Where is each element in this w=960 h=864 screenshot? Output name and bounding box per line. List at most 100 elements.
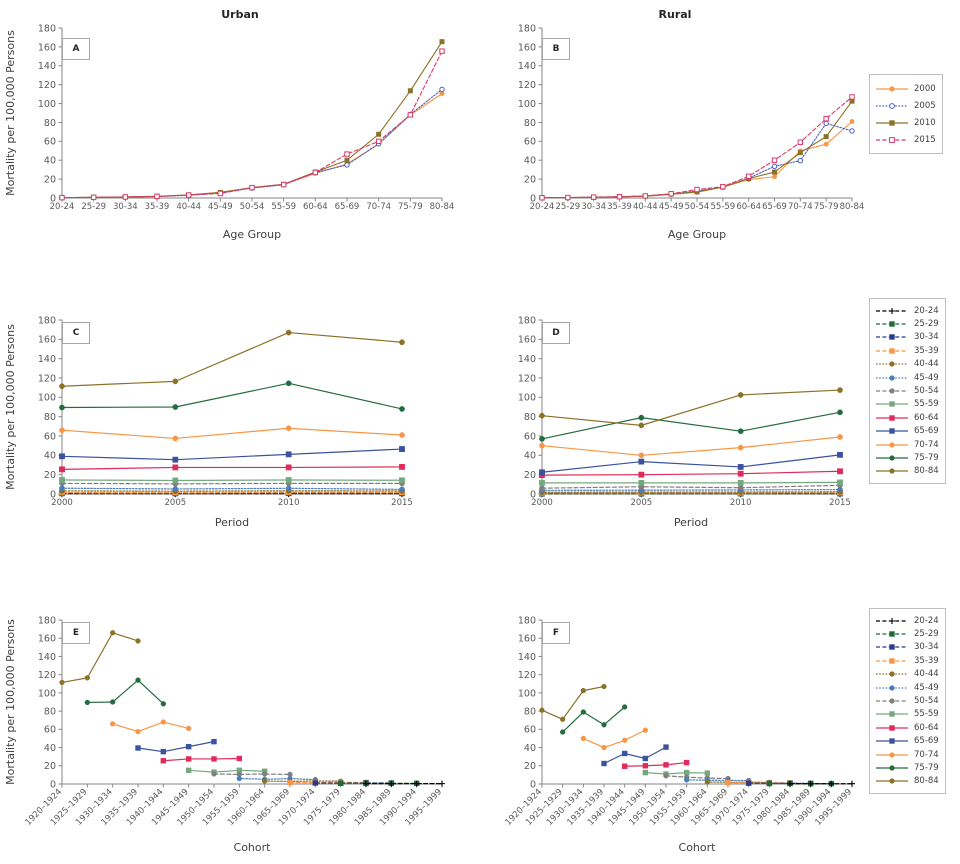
- y-tick-label: 60: [44, 725, 56, 736]
- panel-c-svg: 0204060801001201401601802000 2005 2010 2015…: [4, 315, 413, 529]
- y-tick-label: 180: [518, 315, 536, 326]
- x-tick-label: 20-24: [530, 202, 555, 212]
- y-tick-label: 140: [38, 652, 56, 663]
- y-axis-label: Mortality per 100,000 Persons: [4, 619, 17, 785]
- y-tick-label: 100: [38, 99, 56, 110]
- y-tick-label: 40: [524, 156, 536, 167]
- legend-label: 75-79: [914, 452, 939, 463]
- y-tick-label: 180: [38, 23, 56, 34]
- x-tick-label: 80-84: [840, 202, 865, 212]
- legend-age-item: 75-79: [875, 761, 939, 774]
- x-axis-label: Cohort: [234, 841, 272, 854]
- y-tick-label: 20: [44, 175, 56, 186]
- y-tick-label: 100: [518, 99, 536, 110]
- legend-age-item: 40-44: [875, 668, 939, 681]
- series-75-79: [539, 409, 843, 442]
- legend-age-item: 35-39: [875, 344, 939, 357]
- x-tick-label: 2010: [278, 498, 300, 508]
- x-tick-label: 80-84: [430, 202, 455, 212]
- legend-age-groups-lower: 20-24 25-29 30-34 35-39 40-44 45-49 50-54 55-59…: [869, 608, 946, 795]
- x-tick-label: 65-69: [762, 202, 787, 212]
- y-tick-label: 80: [44, 707, 56, 718]
- legend-label: 65-69: [914, 736, 939, 747]
- x-tick-label: 60-64: [303, 202, 328, 212]
- panel-d-svg: 0204060801001201401601802000 2005 2010 2015…: [518, 315, 851, 529]
- panel-f-plot: 0 20 40 60 80 100 120 140 160 180 1920–1924 1925–19…: [480, 608, 880, 862]
- legend-age-item: 35-39: [875, 654, 939, 667]
- series-60-64: [59, 464, 405, 473]
- legend-line-sample: [875, 134, 909, 146]
- legend-label: 40-44: [914, 669, 939, 680]
- x-axis-label: Age Group: [668, 228, 726, 241]
- legend-line-sample: [875, 722, 909, 734]
- legend-line-sample: [875, 465, 909, 477]
- legend-label: 65-69: [914, 426, 939, 437]
- series-60-64: [621, 759, 690, 769]
- legend-age-item: 55-59: [875, 398, 939, 411]
- y-tick-label: 180: [518, 615, 536, 626]
- panel-b: Rural 0 20 40 60 80 100 120 140 160 180 20-24 25-29…: [480, 8, 880, 258]
- legend-label: 25-29: [914, 319, 939, 330]
- y-tick-label: 60: [524, 431, 536, 442]
- series-2005: [59, 86, 445, 201]
- series-70-74: [59, 425, 405, 442]
- x-tick-label: 30-34: [113, 202, 138, 212]
- y-tick-label: 180: [518, 23, 536, 34]
- y-tick-label: 20: [524, 761, 536, 772]
- y-tick-label: 120: [518, 80, 536, 91]
- series-65-69: [135, 738, 217, 755]
- y-tick-label: 140: [518, 61, 536, 72]
- legend-label: 2010: [914, 117, 936, 128]
- legend-label: 2015: [914, 134, 936, 145]
- panel-e-plot: 0 20 40 60 80 100 120 140 160 180 1920–1924 1925–19…: [0, 608, 470, 862]
- series-65-69: [601, 744, 669, 767]
- y-tick-label: 180: [38, 615, 56, 626]
- panel-a-letter: A: [62, 38, 90, 60]
- x-axis-label: Age Group: [223, 228, 281, 241]
- x-tick-label: 75-79: [814, 202, 839, 212]
- y-tick-label: 140: [38, 354, 56, 365]
- legend-label: 50-54: [914, 696, 939, 707]
- y-tick-label: 60: [44, 137, 56, 148]
- series-75-79: [84, 677, 166, 707]
- legend-age-item: 60-64: [875, 721, 939, 734]
- x-tick-label: 45-49: [659, 202, 684, 212]
- legend-line-sample: [875, 385, 909, 397]
- series-70-74: [539, 434, 843, 459]
- y-tick-label: 80: [524, 707, 536, 718]
- x-tick-label: 50-54: [685, 202, 710, 212]
- x-tick-label: 2005: [165, 498, 187, 508]
- x-tick-label: 70-74: [788, 202, 813, 212]
- x-tick-label: 75-79: [398, 202, 423, 212]
- legend-line-sample: [875, 117, 909, 129]
- legend-age-item: 40-44: [875, 358, 939, 371]
- legend-age-item: 50-54: [875, 694, 939, 707]
- x-tick-label: 40-44: [633, 202, 658, 212]
- legend-label: 20-24: [914, 305, 939, 316]
- x-tick-label: 30-34: [581, 202, 606, 212]
- legend-line-sample: [875, 708, 909, 720]
- legend-period-item: 2005: [875, 97, 936, 114]
- legend-line-sample: [875, 749, 909, 761]
- legend-label: 55-59: [914, 709, 939, 720]
- x-tick-label: 35-39: [607, 202, 632, 212]
- legend-label: 55-59: [914, 399, 939, 410]
- y-tick-label: 120: [38, 373, 56, 384]
- legend-age-item: 50-54: [875, 384, 939, 397]
- y-tick-label: 40: [44, 156, 56, 167]
- x-tick-label: 25-29: [81, 202, 106, 212]
- legend-line-sample: [875, 439, 909, 451]
- y-tick-label: 140: [518, 652, 536, 663]
- legend-age-item: 70-74: [875, 748, 939, 761]
- legend-period-item: 2015: [875, 131, 936, 148]
- legend-line-sample: [875, 775, 909, 787]
- legend-age-item: 45-49: [875, 371, 939, 384]
- legend-label: 70-74: [914, 439, 939, 450]
- legend-age-item: 20-24: [875, 614, 939, 627]
- panel-f-letter: F: [542, 622, 570, 644]
- legend-line-sample: [875, 695, 909, 707]
- legend-line-sample: [875, 615, 909, 627]
- y-tick-label: 120: [38, 80, 56, 91]
- y-tick-label: 160: [518, 335, 536, 346]
- legend-label: 35-39: [914, 345, 939, 356]
